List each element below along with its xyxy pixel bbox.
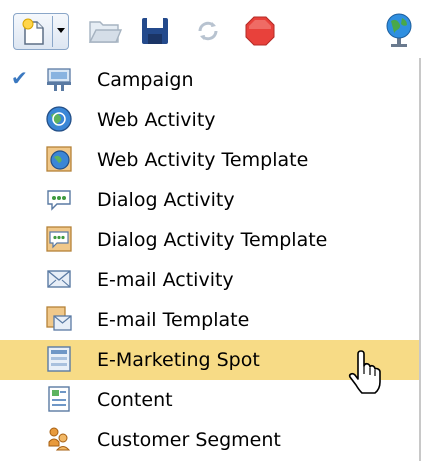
menu-item-label: E-mail Template xyxy=(97,309,250,331)
dialog-activity-template-icon xyxy=(46,226,72,252)
refresh-button[interactable] xyxy=(188,11,228,51)
e-marketing-spot-icon xyxy=(47,346,71,372)
new-button[interactable] xyxy=(13,13,69,50)
new-object-menu: ✔ Campaign Web Activity Web Activity Tem… xyxy=(0,58,441,461)
campaign-icon xyxy=(47,68,71,91)
menu-item-email-template[interactable]: E-mail Template xyxy=(0,300,420,340)
menu-item-label: E-Marketing Spot xyxy=(97,349,260,371)
menu-item-email-activity[interactable]: E-mail Activity xyxy=(0,260,420,300)
menu-item-campaign[interactable]: ✔ Campaign xyxy=(0,60,420,100)
menu-item-label: Dialog Activity Template xyxy=(97,229,328,251)
menu-item-label: Campaign xyxy=(97,69,194,91)
menu-item-dialog-activity-template[interactable]: Dialog Activity Template xyxy=(0,220,420,260)
menu-scroll-edge xyxy=(419,58,421,461)
save-button[interactable] xyxy=(135,11,175,51)
menu-item-dialog-activity[interactable]: Dialog Activity xyxy=(0,180,420,220)
check-icon: ✔ xyxy=(11,66,28,90)
refresh-icon xyxy=(198,21,218,41)
open-button[interactable] xyxy=(85,11,125,51)
toolbar xyxy=(0,0,441,58)
content-icon xyxy=(48,386,70,412)
email-activity-icon xyxy=(47,270,71,288)
hand-cursor-icon xyxy=(348,350,381,394)
menu-item-label: Customer Segment xyxy=(97,429,281,451)
menu-item-label: Content xyxy=(97,389,173,411)
web-activity-icon xyxy=(46,106,72,132)
menu-item-label: Dialog Activity xyxy=(97,189,235,211)
customer-segment-icon xyxy=(48,427,71,451)
menu-item-web-activity-template[interactable]: Web Activity Template xyxy=(0,140,420,180)
globe-icon xyxy=(386,13,412,47)
email-template-icon xyxy=(46,306,72,331)
menu-item-label: E-mail Activity xyxy=(97,269,234,291)
new-document-icon xyxy=(22,18,44,45)
web-activity-template-icon xyxy=(46,146,72,172)
menu-item-label: Web Activity xyxy=(97,109,216,131)
stop-button[interactable] xyxy=(240,11,280,51)
split-divider xyxy=(52,16,53,47)
stop-icon xyxy=(245,16,275,46)
menu-item-web-activity[interactable]: Web Activity xyxy=(0,100,420,140)
chevron-down-icon[interactable] xyxy=(56,27,66,35)
menu-item-label: Web Activity Template xyxy=(97,149,309,171)
dialog-activity-icon xyxy=(47,190,71,211)
menu-item-customer-segment[interactable]: Customer Segment xyxy=(0,420,420,460)
web-button[interactable] xyxy=(379,11,419,51)
folder-open-icon xyxy=(88,21,123,43)
save-icon xyxy=(142,18,168,44)
